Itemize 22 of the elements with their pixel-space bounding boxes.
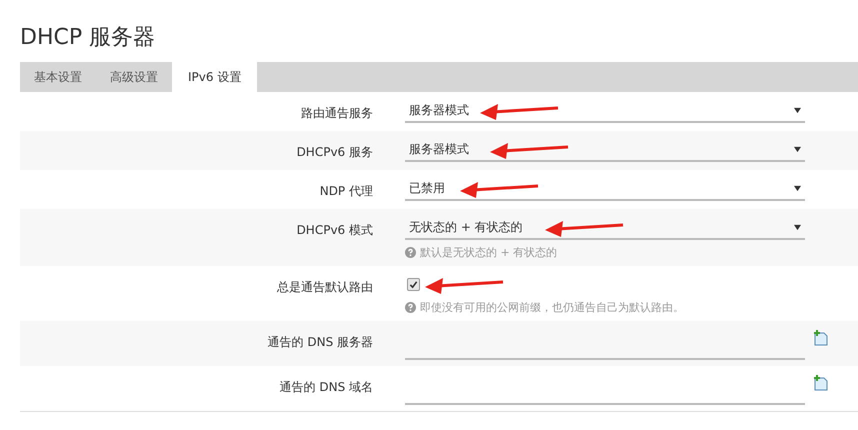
tab[interactable]: 高级设置 — [96, 62, 172, 92]
field-label: 通告的 DNS 域名 — [280, 380, 373, 394]
caret-icon — [794, 146, 801, 152]
page-title: DHCP 服务器 — [20, 24, 156, 52]
caret-icon — [794, 106, 801, 114]
help-icon — [405, 302, 416, 313]
field-label: NDP 代理 — [320, 184, 373, 198]
add-icon[interactable] — [813, 375, 829, 391]
tab[interactable]: 基本设置 — [20, 62, 96, 92]
add-icon[interactable] — [813, 330, 829, 346]
field-label: DHCPv6 模式 — [296, 223, 373, 237]
caret-icon — [794, 224, 801, 230]
help-text: 默认是无状态的 + 有状态的 — [420, 245, 558, 260]
field-label: 路由通告服务 — [301, 106, 373, 120]
field-label: 总是通告默认路由 — [277, 280, 373, 294]
tab[interactable]: IPv6 设置 — [172, 62, 258, 92]
help-text: 即使没有可用的公网前缀，也仍通告自己为默认路由。 — [420, 300, 684, 315]
checkbox[interactable] — [407, 278, 420, 290]
field-label: DHCPv6 服务 — [296, 145, 373, 159]
field-label: 通告的 DNS 服务器 — [268, 335, 373, 349]
caret-icon — [794, 184, 801, 192]
help-icon — [405, 247, 416, 258]
